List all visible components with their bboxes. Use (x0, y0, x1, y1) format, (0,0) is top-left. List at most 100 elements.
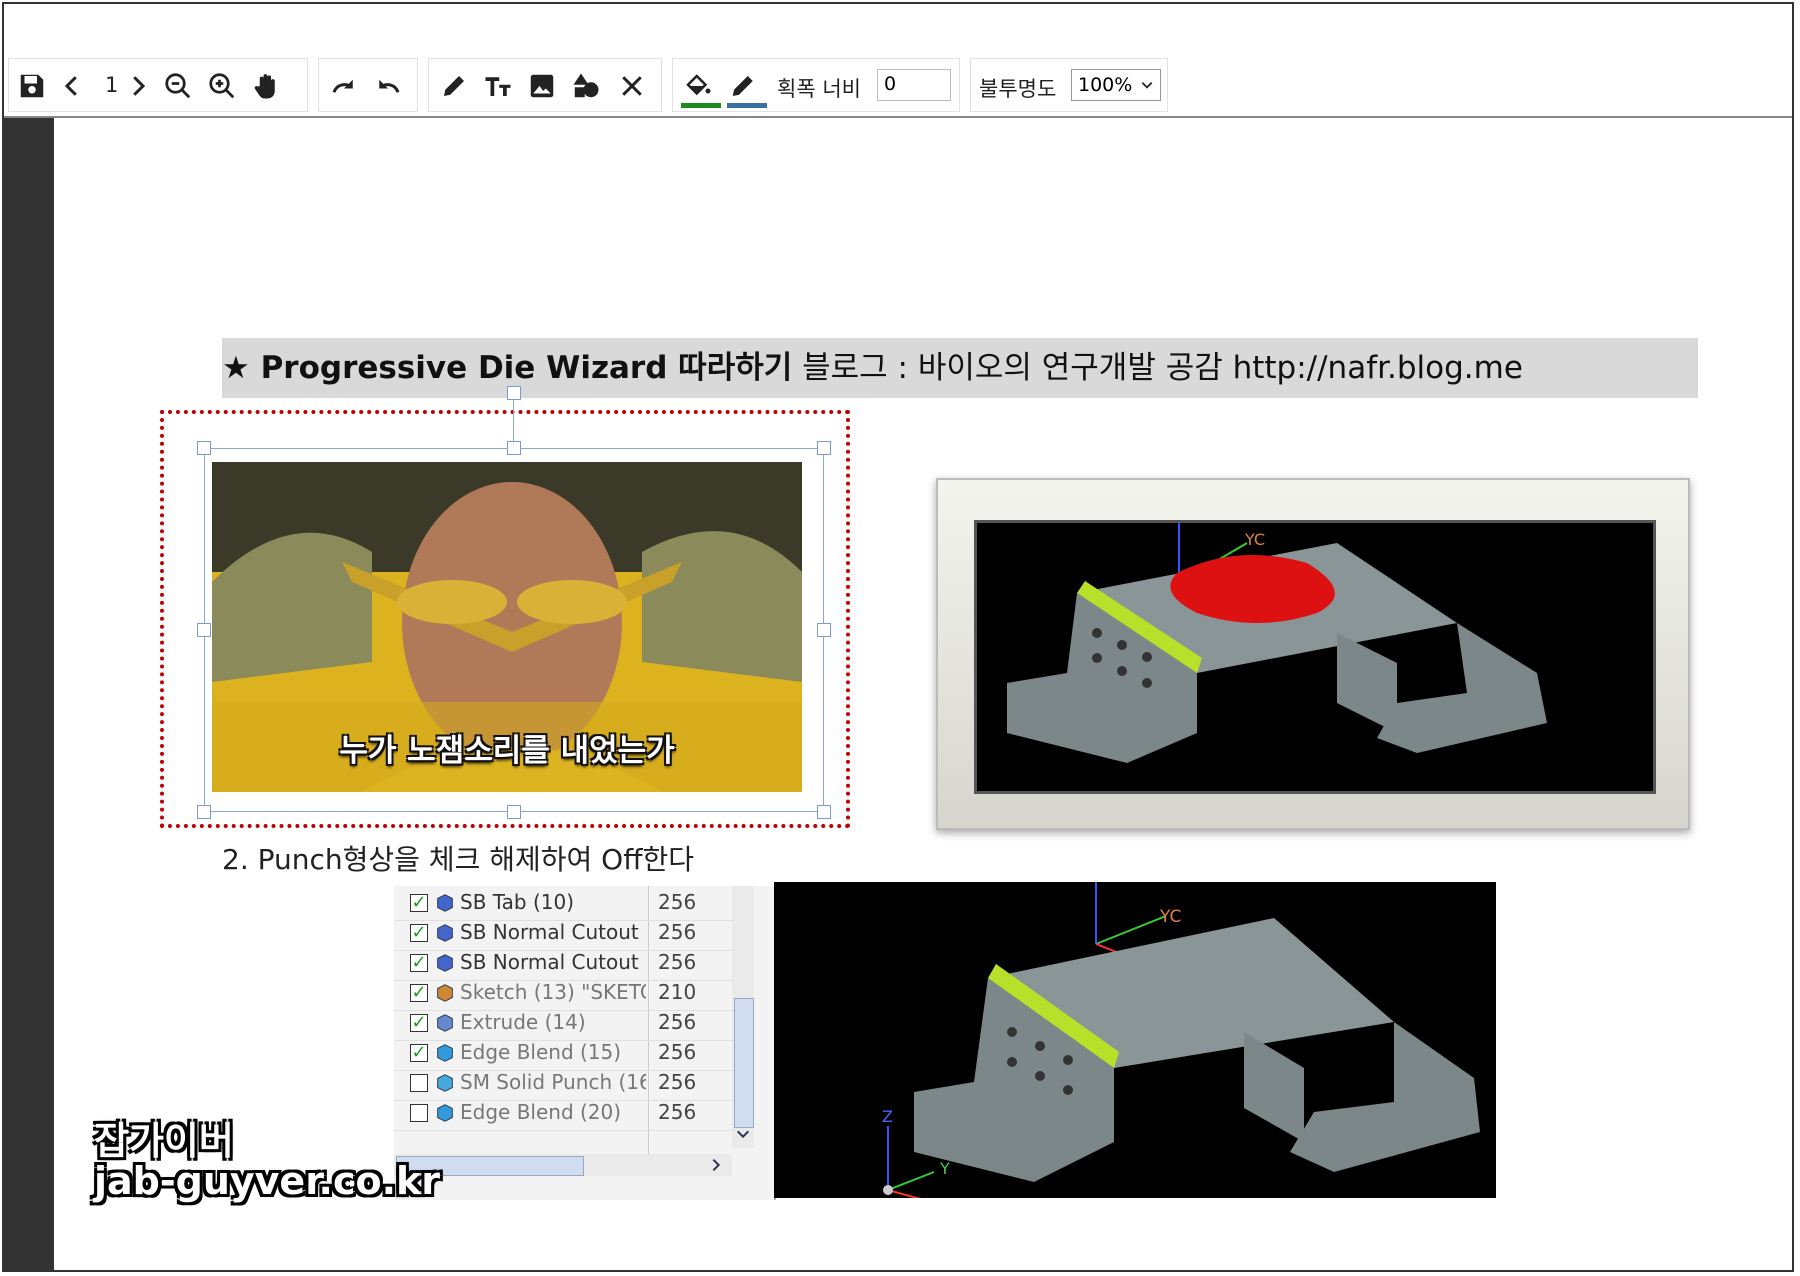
sheet-metal-model-punch-off-illustration: YC XC Z Y (882, 882, 1480, 1198)
prev-page-icon (64, 76, 77, 96)
feature-name: SB Normal Cutout (... (460, 920, 646, 944)
sheet-metal-model-illustration: YC XC (1007, 523, 1547, 763)
left-sidebar (4, 118, 54, 1270)
feature-value: 210 (658, 980, 697, 1004)
rotate-handle[interactable] (507, 386, 521, 400)
image-icon (530, 74, 554, 98)
fill-color-button[interactable] (681, 69, 715, 103)
vertical-scrollbar[interactable] (732, 886, 754, 1148)
toolbar-group-annotate (428, 58, 662, 112)
undo-icon (379, 79, 400, 93)
resize-handle[interactable] (197, 623, 211, 637)
feature-icon (434, 982, 456, 1004)
resize-handle[interactable] (197, 805, 211, 819)
feature-name: Extrude (14) (460, 1010, 586, 1034)
zoom-out-icon (165, 73, 191, 99)
meme-image[interactable]: 누가 노잼소리를 내었는가 (212, 462, 802, 792)
scroll-thumb[interactable] (734, 998, 754, 1128)
redo-button[interactable] (327, 69, 361, 103)
feature-value: 256 (658, 1040, 697, 1064)
pan-hand-icon (254, 74, 275, 99)
yc-axis-label: YC (1159, 907, 1181, 927)
watermark-line1: 잡가이버 (94, 1119, 234, 1163)
feature-name: Sketch (13) "SKETC... (460, 980, 646, 1004)
tree-row[interactable]: Edge Blend (20) 256 (394, 1096, 734, 1131)
horizontal-scrollbar[interactable] (394, 1154, 732, 1176)
feature-checkbox[interactable]: ✓ (410, 1014, 428, 1032)
zoom-in-icon (209, 73, 235, 99)
text-button[interactable] (481, 69, 515, 103)
feature-value: 256 (658, 890, 697, 914)
shapes-button[interactable] (569, 69, 603, 103)
stroke-color-swatch (727, 103, 767, 108)
pen-icon (444, 76, 464, 96)
zoom-out-button[interactable] (161, 69, 195, 103)
shapes-icon (573, 73, 599, 98)
feature-name: Edge Blend (15) (460, 1040, 622, 1064)
chevron-down-icon[interactable] (735, 1126, 751, 1142)
pen-button[interactable] (437, 69, 471, 103)
feature-checkbox[interactable]: ✓ (410, 894, 428, 912)
feature-checkbox[interactable]: ✓ (410, 1044, 428, 1062)
yc-axis-label: YC (1244, 530, 1265, 549)
stroke-width-input[interactable]: 0 (877, 69, 951, 101)
meme-caption: 누가 노잼소리를 내었는가 (339, 733, 675, 769)
watermark-line2: jab-guyver.co.kr (94, 1158, 441, 1203)
feature-icon (434, 1042, 456, 1064)
resize-handle[interactable] (507, 805, 521, 819)
feature-icon (434, 1102, 456, 1124)
z-axis-label: Z (882, 1107, 893, 1126)
feature-icon (434, 922, 456, 944)
resize-handle[interactable] (817, 441, 831, 455)
resize-handle[interactable] (507, 441, 521, 455)
save-button[interactable] (15, 69, 49, 103)
page-number[interactable]: 1 (105, 73, 118, 97)
feature-icon (434, 1012, 456, 1034)
delete-button[interactable] (615, 69, 649, 103)
undo-button[interactable] (371, 69, 405, 103)
opacity-value: 100% (1078, 74, 1133, 96)
feature-name: Edge Blend (20) (460, 1100, 622, 1124)
feature-checkbox[interactable]: ✓ (410, 924, 428, 942)
resize-handle[interactable] (817, 805, 831, 819)
fill-bucket-icon (686, 74, 711, 96)
feature-checkbox[interactable]: ✓ (410, 954, 428, 972)
model-preview-frame: YC XC (936, 478, 1690, 830)
feature-value: 256 (658, 1010, 697, 1034)
part-navigator-tree: ✓ SB Tab (10) 256 ✓ SB Normal Cutout (... 256… (394, 886, 776, 1200)
model-viewport[interactable]: YC XC Z Y (774, 882, 1496, 1198)
stroke-color-button[interactable] (727, 69, 761, 103)
document-page: ★ Progressive Die Wizard 따라하기 블로그 : 바이오의… (54, 118, 1792, 1270)
feature-value: 256 (658, 920, 697, 944)
resize-handle[interactable] (197, 441, 211, 455)
chevron-right-icon[interactable] (708, 1157, 724, 1173)
feature-icon (434, 892, 456, 914)
feature-icon (434, 952, 456, 974)
prev-page-button[interactable] (55, 69, 89, 103)
toolbar: 1 획폭 너비 0 불투명도 100% (4, 56, 1792, 118)
feature-name: SM Solid Punch (16) (460, 1070, 646, 1094)
redo-icon (332, 79, 353, 93)
feature-icon (434, 1072, 456, 1094)
page-heading: ★ Progressive Die Wizard 따라하기 블로그 : 바이오의… (222, 338, 1698, 398)
watermark: 잡가이버 jab-guyver.co.kr (94, 1119, 441, 1203)
toolbar-group-navigation: 1 (8, 58, 308, 112)
feature-checkbox[interactable]: ✓ (410, 984, 428, 1002)
image-button[interactable] (525, 69, 559, 103)
opacity-select[interactable]: 100% (1071, 69, 1161, 101)
feature-name: SB Normal Cutout (... (460, 950, 646, 974)
feature-name: SB Tab (10) (460, 890, 575, 914)
zoom-in-button[interactable] (205, 69, 239, 103)
toolbar-group-history (318, 58, 418, 112)
delete-icon (622, 76, 642, 96)
feature-checkbox[interactable] (410, 1104, 428, 1122)
text-size-icon (485, 77, 511, 96)
pan-button[interactable] (249, 69, 283, 103)
model-preview-viewport: YC XC (974, 520, 1656, 794)
rotate-handle-stem (513, 400, 514, 442)
next-page-button[interactable] (121, 69, 155, 103)
heading-rest: 블로그 : 바이오의 연구개발 공감 http://nafr.blog.me (792, 350, 1523, 386)
feature-checkbox[interactable] (410, 1074, 428, 1092)
resize-handle[interactable] (817, 623, 831, 637)
toolbar-group-opacity: 불투명도 100% (970, 58, 1168, 112)
